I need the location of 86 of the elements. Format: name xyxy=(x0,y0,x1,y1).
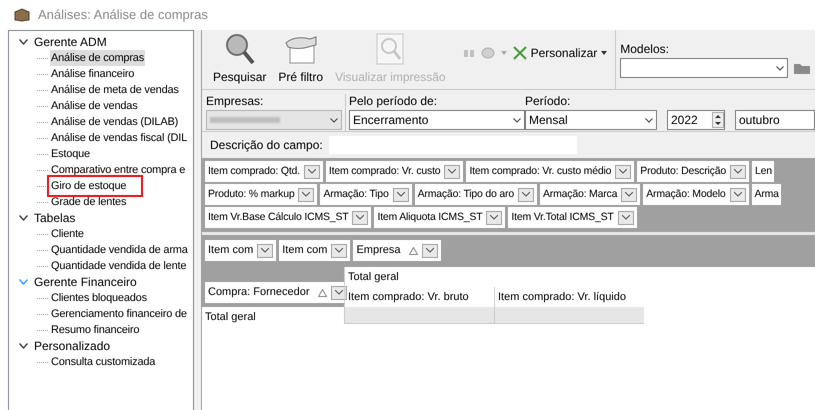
caret-icon xyxy=(513,118,521,122)
field-chip[interactable]: Empresa xyxy=(353,240,440,261)
tree-item[interactable]: Estoque xyxy=(50,146,91,162)
tree-item[interactable]: Quantidade vendida de lente xyxy=(50,258,188,274)
tree-item[interactable]: Análise de compras xyxy=(50,50,146,66)
period-dropdown[interactable]: Mensal xyxy=(525,110,657,130)
field-label: Período: xyxy=(525,94,572,108)
tree-item[interactable]: Grade de lentes xyxy=(50,194,128,210)
period-by-dropdown[interactable]: Encerramento xyxy=(349,110,525,130)
field-label: Descrição do campo: xyxy=(210,137,323,154)
toolbar-button[interactable]: Pesquisar xyxy=(210,33,270,86)
print-preview-icon xyxy=(376,33,404,65)
tree-item[interactable]: Quantidade vendida de arma xyxy=(50,242,189,258)
field-label: Modelos: xyxy=(620,41,670,58)
tree-group[interactable]: Tabelas xyxy=(34,209,76,227)
tree-item[interactable]: Consulta customizada xyxy=(50,354,156,370)
year-spinner[interactable]: 2022 xyxy=(667,110,725,130)
field-chip[interactable]: Item Vr.Base Cálculo ICMS_ST xyxy=(205,207,372,228)
field-chip[interactable]: Item comprado: Vr. custo xyxy=(326,161,464,182)
field-chip[interactable]: Item comprado: Qtd. xyxy=(205,161,323,182)
dropdown-icon[interactable] xyxy=(621,188,638,202)
row-header: Total geral xyxy=(204,310,257,325)
dropdown-icon[interactable] xyxy=(304,164,320,178)
caret-icon xyxy=(601,50,608,54)
tree-item[interactable]: Resumo financeiro xyxy=(50,322,140,338)
dropdown-icon[interactable] xyxy=(392,188,409,202)
dropdown-icon[interactable] xyxy=(518,188,534,202)
window-title: Análises: Análise de compras xyxy=(38,6,208,24)
column-header: Total geral xyxy=(344,267,644,287)
caret-icon xyxy=(776,66,784,70)
dropdown-icon[interactable] xyxy=(618,210,634,224)
field-chip[interactable]: Armação: Tipo do aro xyxy=(414,184,537,205)
customize-button[interactable]: Personalizar xyxy=(512,44,608,62)
tree-item[interactable]: Análise de vendas xyxy=(50,98,138,114)
field-label: Pelo período de: xyxy=(349,94,438,108)
field-chip[interactable]: Produto: % markup xyxy=(205,184,318,205)
tree-item[interactable]: Giro de estoque xyxy=(50,178,140,194)
field-chip[interactable]: Len xyxy=(752,161,774,182)
month-dropdown[interactable]: outubro xyxy=(735,110,815,130)
caret-icon xyxy=(645,118,653,122)
tree-item[interactable]: Comparativo entre compra e xyxy=(50,162,186,178)
box-icon xyxy=(14,8,30,22)
tree-item[interactable]: Análise de vendas (DILAB) xyxy=(50,114,180,130)
tree-group[interactable]: Personalizado xyxy=(34,337,110,355)
dropdown-icon[interactable] xyxy=(422,244,438,258)
dropdown-icon[interactable] xyxy=(298,188,314,202)
tree-item[interactable]: Gerenciamento financeiro de xyxy=(50,306,188,322)
tree-item[interactable]: Clientes bloqueados xyxy=(50,290,148,306)
dropdown-icon[interactable] xyxy=(352,210,368,224)
dropdown-icon[interactable] xyxy=(444,164,460,178)
tree-item[interactable]: Cliente xyxy=(50,226,85,242)
field-label: Empresas: xyxy=(206,94,264,108)
field-chip[interactable]: Item com xyxy=(279,240,350,261)
dropdown-icon[interactable] xyxy=(615,164,632,178)
blurred-text xyxy=(210,117,280,123)
chevron-icon[interactable] xyxy=(19,343,28,349)
chevron-icon[interactable] xyxy=(19,39,28,45)
toolbar-button[interactable]: Pré filtro xyxy=(275,33,326,86)
field-chip[interactable]: Item Aliquota ICMS_ST xyxy=(374,207,506,228)
spinner-arrows-icon[interactable] xyxy=(712,112,724,128)
field-chip[interactable]: Arma xyxy=(752,184,781,205)
models-dropdown[interactable] xyxy=(620,58,788,78)
dropdown-icon[interactable] xyxy=(730,188,746,202)
tree-item[interactable]: Análise de vendas fiscal (DIL xyxy=(50,130,188,146)
caret-icon xyxy=(330,118,338,122)
dropdown-icon[interactable] xyxy=(257,244,274,258)
caret-icon xyxy=(500,50,507,54)
folder-icon[interactable] xyxy=(794,62,810,74)
chevron-icon[interactable] xyxy=(19,215,28,221)
tree-item[interactable]: Análise financeiro xyxy=(50,66,136,82)
dropdown-icon[interactable] xyxy=(486,210,502,224)
dropdown-icon[interactable] xyxy=(331,244,348,258)
field-chip[interactable]: Armação: Modelo xyxy=(643,184,749,205)
tree-group[interactable]: Gerente ADM xyxy=(34,33,107,51)
field-chip[interactable]: Item Vr.Total ICMS_ST xyxy=(508,207,637,228)
dropdown-icon[interactable] xyxy=(730,164,746,178)
field-chip[interactable]: Armação: Marca xyxy=(540,184,640,205)
tree-group[interactable]: Gerente Financeiro xyxy=(34,273,137,291)
field-chip[interactable]: Compra: Fornecedor xyxy=(205,282,350,303)
dropdown-icon[interactable] xyxy=(330,286,346,300)
tree-item[interactable]: Análise de meta de vendas xyxy=(50,82,180,98)
field-chip[interactable]: Produto: Descrição xyxy=(637,161,749,182)
field-chip[interactable]: Item comprado: Vr. custo médio xyxy=(466,161,634,182)
search-icon xyxy=(224,33,255,65)
field-chip[interactable]: Item com xyxy=(205,240,276,261)
field-chip[interactable]: Armação: Tipo xyxy=(320,184,412,205)
